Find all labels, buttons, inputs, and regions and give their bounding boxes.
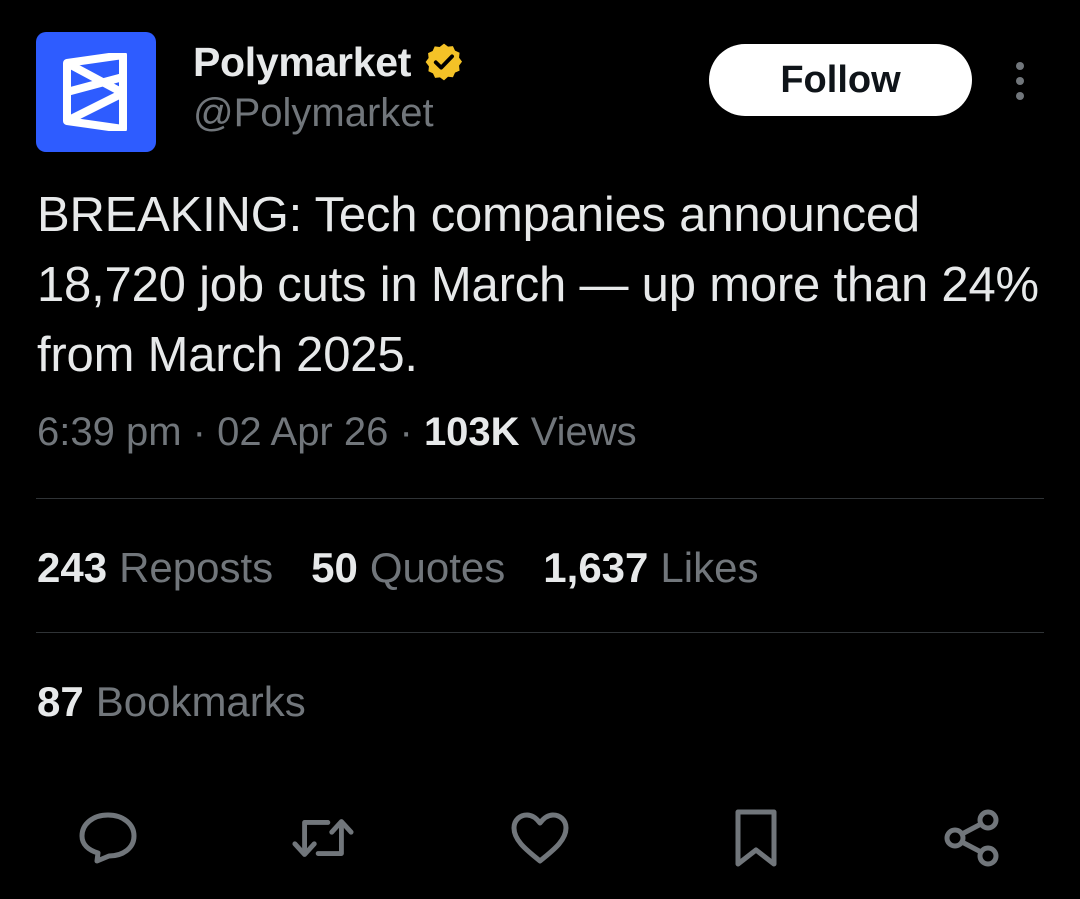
quotes-label: Quotes [369, 544, 506, 591]
bookmarks-stat[interactable]: 87 Bookmarks [37, 678, 306, 726]
like-button[interactable] [508, 806, 572, 870]
reply-icon [79, 812, 137, 864]
tweet-date[interactable]: 02 Apr 26 [217, 410, 388, 454]
tweet-time[interactable]: 6:39 pm [37, 410, 182, 454]
bookmarks-count: 87 [37, 678, 84, 725]
likes-label: Likes [660, 544, 759, 591]
verified-badge-icon[interactable] [423, 41, 465, 83]
author-handle[interactable]: @Polymarket [193, 91, 434, 136]
quotes-stat[interactable]: 50 Quotes [311, 544, 505, 592]
author-name-row: Polymarket [193, 38, 465, 86]
reposts-stat[interactable]: 243 Reposts [37, 544, 273, 592]
divider [36, 632, 1044, 633]
like-icon [511, 812, 569, 864]
views-label: Views [530, 410, 637, 454]
divider [36, 498, 1044, 499]
engagement-stats: 243 Reposts 50 Quotes 1,637 Likes [37, 544, 796, 592]
reposts-count: 243 [37, 544, 108, 591]
tweet-text: BREAKING: Tech companies announced 18,72… [37, 188, 1039, 382]
views-count: 103K [423, 410, 520, 454]
likes-count: 1,637 [543, 544, 649, 591]
bookmarks-label: Bookmarks [95, 678, 306, 725]
reposts-label: Reposts [119, 544, 274, 591]
reply-button[interactable] [76, 806, 140, 870]
follow-button[interactable]: Follow [709, 44, 972, 116]
tweet-meta: 6:39 pm · 02 Apr 26 · 103K Views [37, 410, 637, 455]
repost-icon [292, 819, 354, 857]
action-bar [0, 806, 1080, 870]
author-display-name[interactable]: Polymarket [193, 39, 411, 86]
meta-separator: · [399, 410, 413, 454]
bookmark-button[interactable] [724, 806, 788, 870]
polymarket-logo-icon [63, 53, 127, 131]
repost-button[interactable] [291, 806, 355, 870]
more-vertical-icon [1016, 62, 1024, 100]
more-options-button[interactable] [1000, 56, 1040, 106]
meta-separator: · [192, 410, 206, 454]
quotes-count: 50 [311, 544, 358, 591]
share-icon [944, 809, 999, 867]
likes-stat[interactable]: 1,637 Likes [543, 544, 758, 592]
share-button[interactable] [940, 806, 1004, 870]
avatar[interactable] [36, 32, 156, 152]
bookmark-icon [735, 809, 777, 867]
